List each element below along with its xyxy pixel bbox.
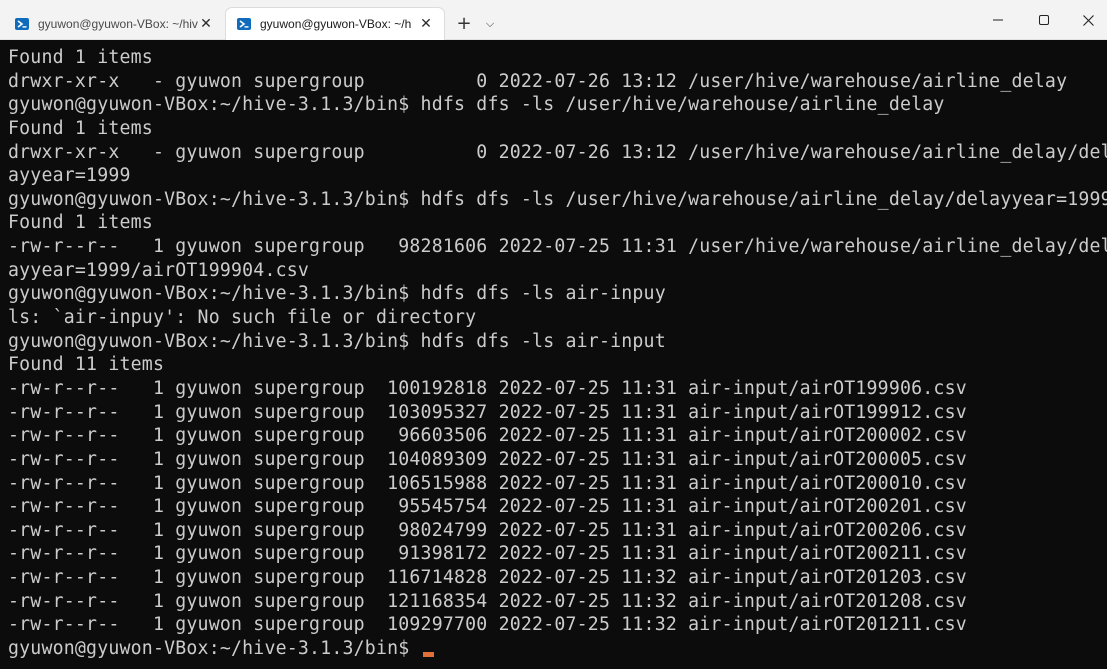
chevron-down-icon[interactable]: ⌵ [480,12,500,36]
terminal-line: -rw-r--r-- 1 gyuwon supergroup 116714828… [8,567,967,589]
maximize-icon [1039,15,1049,25]
tab-active[interactable]: gyuwon@gyuwon-VBox: ~/h ✕ [226,8,444,40]
terminal-line: -rw-r--r-- 1 gyuwon supergroup 98281606 … [8,236,1107,258]
tab-inactive[interactable]: gyuwon@gyuwon-VBox: ~/hiv ✕ [4,8,224,40]
terminal-line: ayyear=1999 [8,165,131,187]
tab-title: gyuwon@gyuwon-VBox: ~/hiv [38,17,198,31]
maximize-button[interactable] [1021,0,1067,40]
terminal-line: ls: `air-inpuy': No such file or directo… [8,307,477,329]
terminal-icon [237,18,251,30]
terminal-line: -rw-r--r-- 1 gyuwon supergroup 103095327… [8,401,967,423]
terminal-line: Found 1 items [8,117,153,139]
terminal-line: gyuwon@gyuwon-VBox:~/hive-3.1.3/bin$ hdf… [8,188,1107,210]
terminal-line: Found 1 items [8,212,153,234]
minimize-button[interactable] [975,0,1021,40]
terminal-line: -rw-r--r-- 1 gyuwon supergroup 100192818… [8,377,967,399]
terminal-line: drwxr-xr-x - gyuwon supergroup 0 2022-07… [8,141,1107,163]
terminal-line: -rw-r--r-- 1 gyuwon supergroup 106515988… [8,472,967,494]
new-tab-button[interactable]: + [452,12,476,36]
terminal-line: -rw-r--r-- 1 gyuwon supergroup 96603506 … [8,425,967,447]
terminal-prompt-line[interactable]: gyuwon@gyuwon-VBox:~/hive-3.1.3/bin$ [8,637,1107,661]
terminal-output[interactable]: Found 1 items drwxr-xr-x - gyuwon superg… [0,40,1107,669]
terminal-line: -rw-r--r-- 1 gyuwon supergroup 95545754 … [8,496,967,518]
terminal-line: gyuwon@gyuwon-VBox:~/hive-3.1.3/bin$ hdf… [8,283,666,305]
tab-title: gyuwon@gyuwon-VBox: ~/h [260,17,412,31]
terminal-line: Found 1 items [8,47,153,68]
terminal-prompt: gyuwon@gyuwon-VBox:~/hive-3.1.3/bin$ [8,638,421,660]
terminal-line: -rw-r--r-- 1 gyuwon supergroup 98024799 … [8,519,967,541]
title-bar: gyuwon@gyuwon-VBox: ~/hiv ✕ gyuwon@gyuwo… [0,0,1107,40]
terminal-line: -rw-r--r-- 1 gyuwon supergroup 121168354… [8,590,967,612]
terminal-line: -rw-r--r-- 1 gyuwon supergroup 109297700… [8,614,967,636]
close-tab-icon[interactable]: ✕ [198,16,214,32]
close-icon [1082,14,1094,26]
terminal-icon [15,18,29,30]
terminal-line: gyuwon@gyuwon-VBox:~/hive-3.1.3/bin$ hdf… [8,94,945,116]
close-window-button[interactable] [1065,0,1107,40]
close-tab-icon[interactable]: ✕ [418,16,434,32]
terminal-line: -rw-r--r-- 1 gyuwon supergroup 91398172 … [8,543,967,565]
terminal-cursor [422,652,434,658]
terminal-line: -rw-r--r-- 1 gyuwon supergroup 104089309… [8,448,967,470]
terminal-line: gyuwon@gyuwon-VBox:~/hive-3.1.3/bin$ hdf… [8,330,666,352]
terminal-line: ayyear=1999/airOT199904.csv [8,259,310,281]
minimize-icon [993,19,1003,21]
terminal-line: drwxr-xr-x - gyuwon supergroup 0 2022-07… [8,70,1068,92]
terminal-line: Found 11 items [8,354,165,376]
